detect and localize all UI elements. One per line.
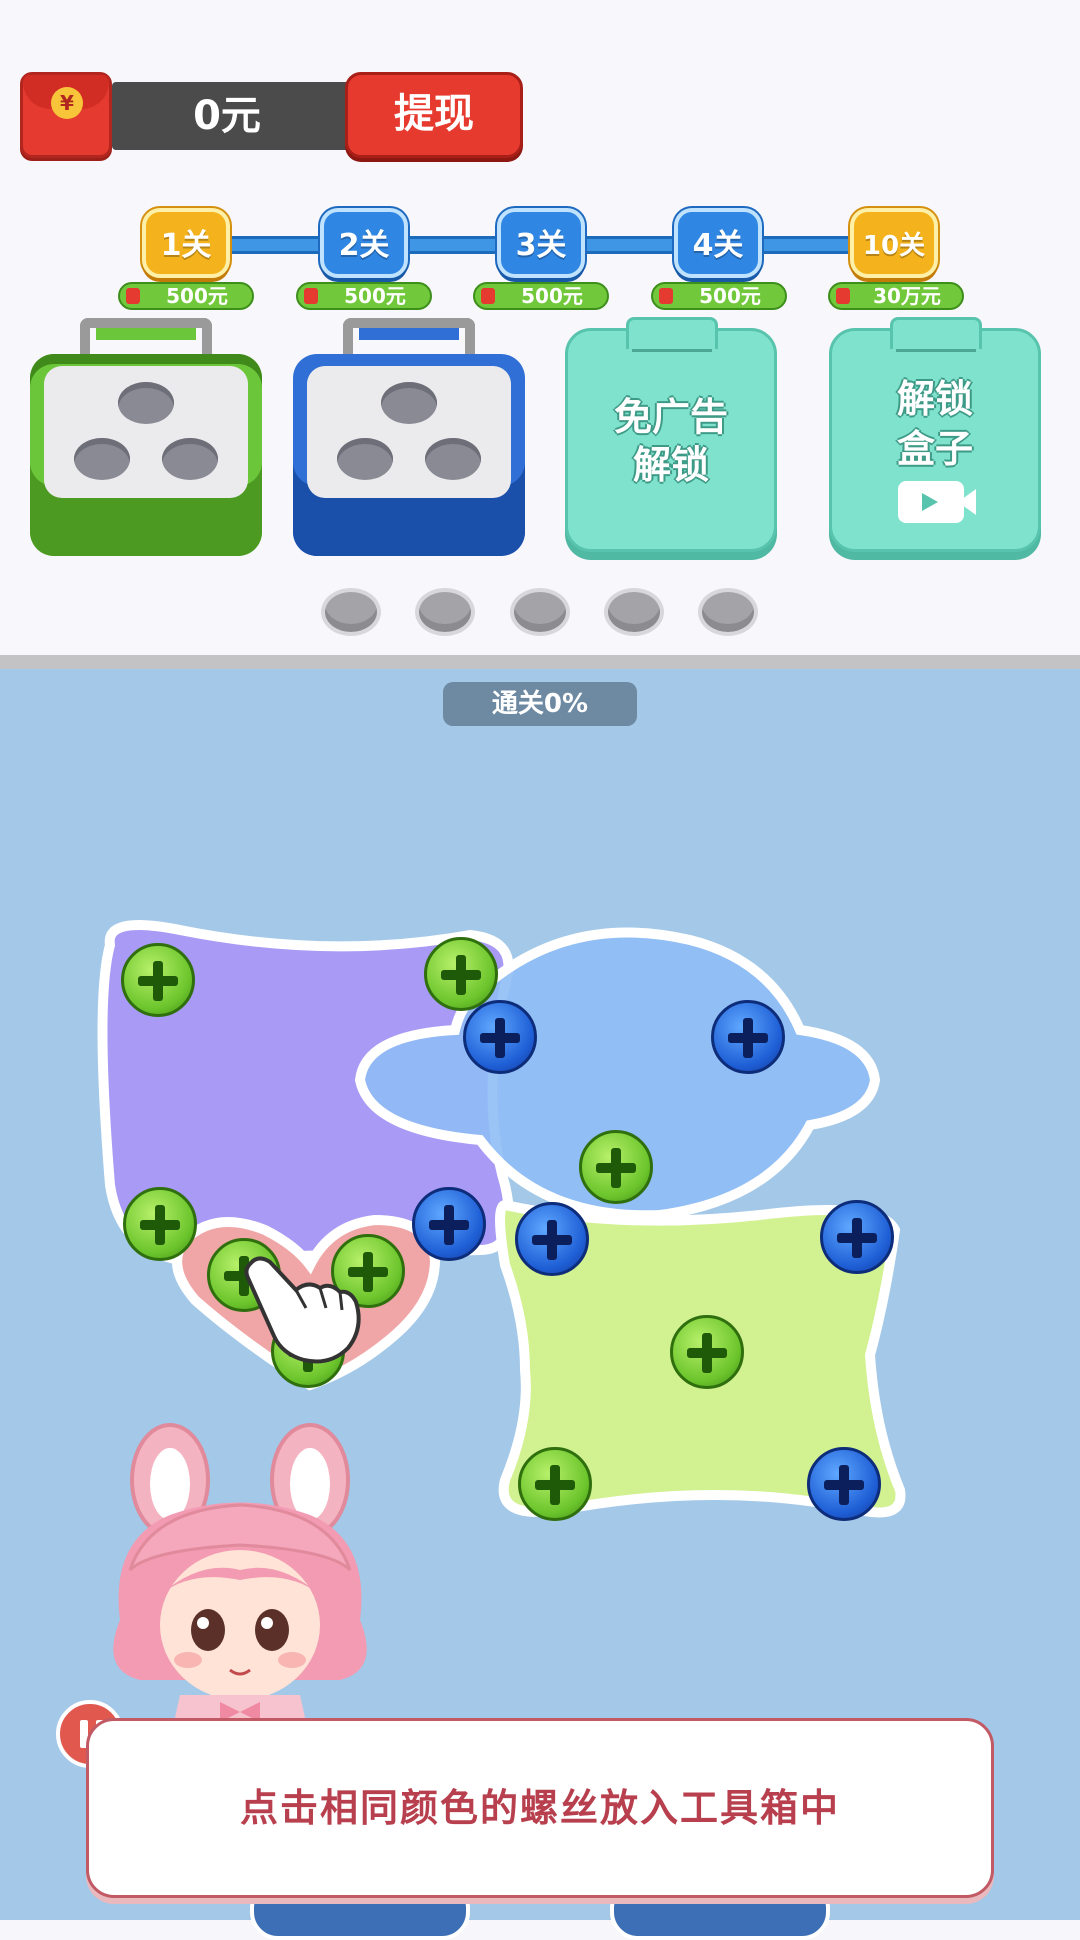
green-screw[interactable] [670, 1315, 744, 1389]
blue-screw[interactable] [412, 1187, 486, 1261]
blue-screw[interactable] [807, 1447, 881, 1521]
blue-screw[interactable] [463, 1000, 537, 1074]
pointer-hand-icon [244, 1256, 361, 1364]
blue-screw[interactable] [711, 1000, 785, 1074]
green-screw[interactable] [121, 943, 195, 1017]
green-screw[interactable] [518, 1447, 592, 1521]
blue-screw[interactable] [820, 1200, 894, 1274]
green-screw[interactable] [579, 1130, 653, 1204]
green-screw[interactable] [424, 937, 498, 1011]
tutorial-tip-text: 点击相同颜色的螺丝放入工具箱中 [239, 1786, 840, 1830]
green-screw[interactable] [123, 1187, 197, 1261]
blue-screw[interactable] [515, 1202, 589, 1276]
bunny-girl-mascot [113, 1423, 367, 1740]
